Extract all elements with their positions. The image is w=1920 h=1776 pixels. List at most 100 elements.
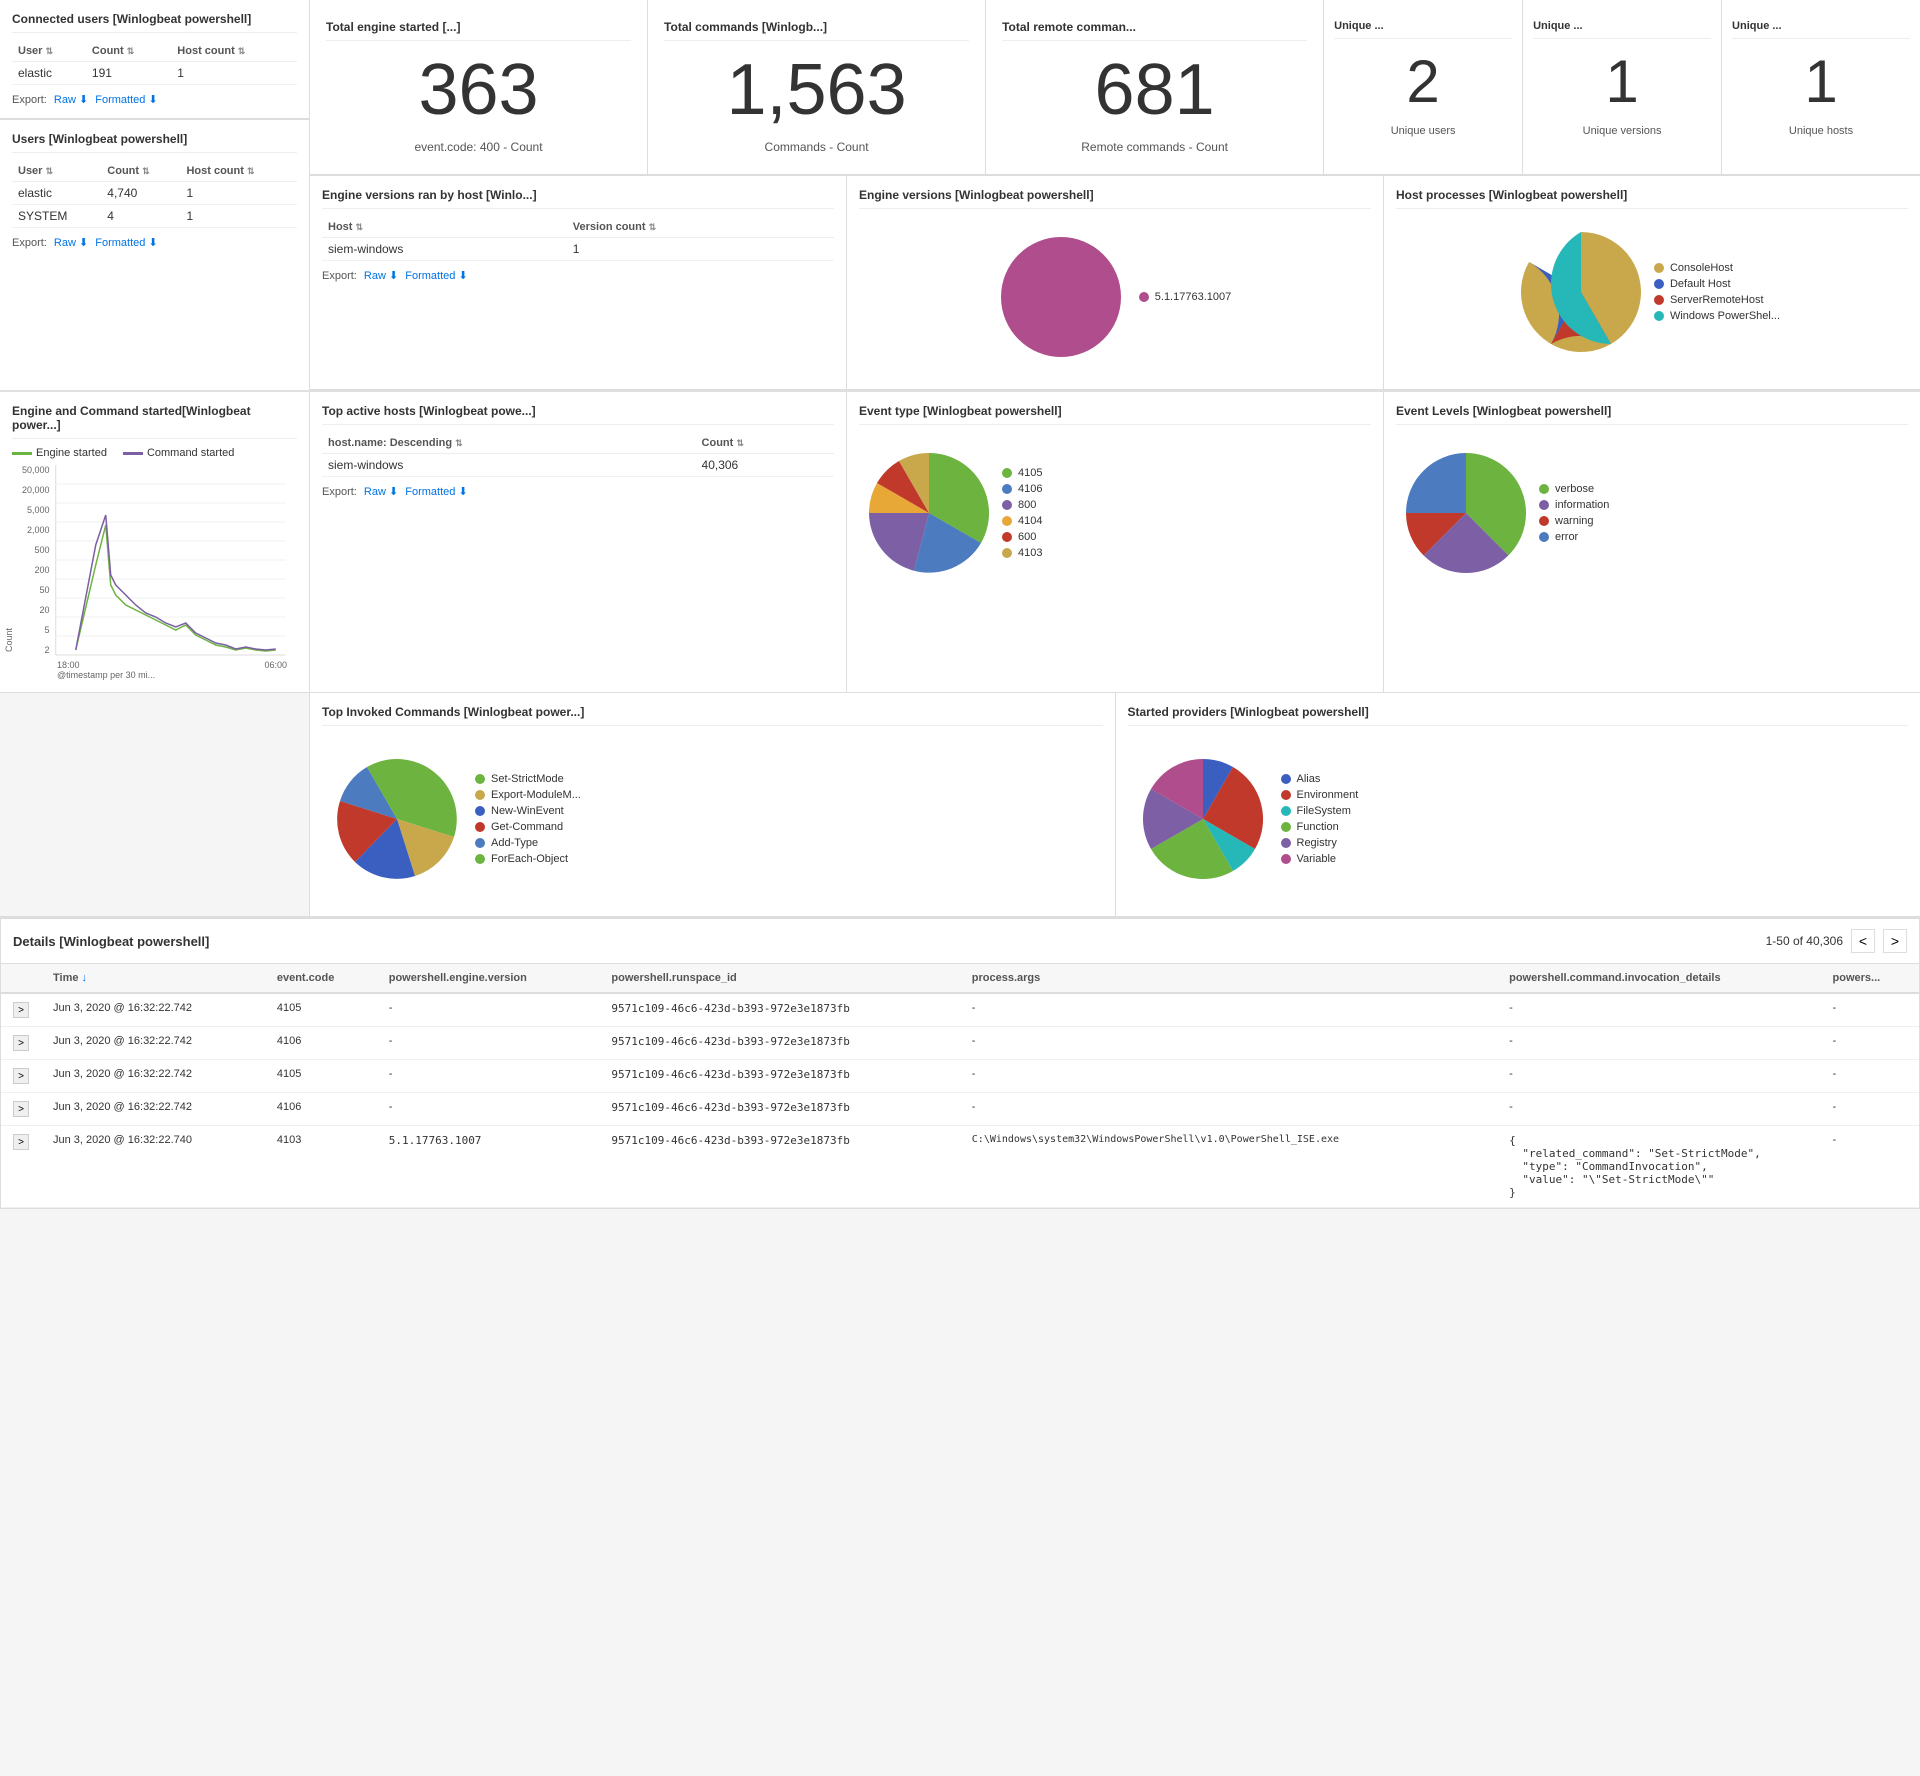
detail-engine-4: - xyxy=(377,1093,600,1126)
detail-time-2: Jun 3, 2020 @ 16:32:22.742 xyxy=(41,1027,265,1060)
col-time[interactable]: Time ↓ xyxy=(41,964,265,993)
col-process-args[interactable]: process.args xyxy=(960,964,1497,993)
host-processes-panel: Host processes [Winlogbeat powershell] xyxy=(1384,176,1920,389)
connected-users-col-host[interactable]: Host count ⇅ xyxy=(171,41,297,62)
event-type-panel: Event type [Winlogbeat powershell] xyxy=(847,392,1383,692)
users-title: Users [Winlogbeat powershell] xyxy=(12,132,297,153)
detail-row-1: > Jun 3, 2020 @ 16:32:22.742 4105 - 9571… xyxy=(1,993,1919,1027)
started-providers-legend: Alias Environment FileSystem Function Re… xyxy=(1273,765,1367,873)
top-invoked-commands-pie-chart xyxy=(327,739,467,899)
event-levels-pie-chart xyxy=(1401,438,1531,588)
engine-command-panel: Engine and Command started[Winlogbeat po… xyxy=(0,392,309,692)
tah-raw-link[interactable]: Raw ⬇ xyxy=(364,486,398,498)
event-levels-legend: verbose information warning error xyxy=(1531,475,1617,551)
detail-invocation-4: - xyxy=(1497,1093,1820,1126)
users-col-count[interactable]: Count ⇅ xyxy=(101,161,180,182)
unique-users-panel: Unique ... 2 Unique users xyxy=(1324,0,1523,175)
host-processes-legend: ConsoleHost Default Host ServerRemoteHos… xyxy=(1646,254,1788,330)
detail-engine-5: 5.1.17763.1007 xyxy=(377,1126,600,1208)
ev-formatted-link[interactable]: Formatted ⬇ xyxy=(405,270,467,282)
detail-runspace-5: 9571c109-46c6-423d-b393-972e3e1873fb xyxy=(599,1126,959,1208)
users-formatted-link[interactable]: Formatted ⬇ xyxy=(95,237,157,249)
detail-row-4: > Jun 3, 2020 @ 16:32:22.742 4106 - 9571… xyxy=(1,1093,1919,1126)
formatted-export-link[interactable]: Formatted ⬇ xyxy=(95,94,157,106)
ev-raw-link[interactable]: Raw ⬇ xyxy=(364,270,398,282)
expand-btn-2[interactable]: > xyxy=(13,1035,29,1051)
ev-col-host[interactable]: Host ⇅ xyxy=(322,217,567,238)
connected-users-col-count[interactable]: Count ⇅ xyxy=(86,41,171,62)
details-header-row: Time ↓ event.code powershell.engine.vers… xyxy=(1,964,1919,993)
host-processes-pie-chart xyxy=(1516,227,1646,357)
event-levels-panel: Event Levels [Winlogbeat powershell] xyxy=(1384,392,1920,692)
details-title: Details [Winlogbeat powershell] xyxy=(13,934,209,949)
top-invoked-commands-panel: Top Invoked Commands [Winlogbeat power..… xyxy=(310,693,1115,916)
col-invocation-details[interactable]: powershell.command.invocation_details xyxy=(1497,964,1820,993)
table-row: elastic 191 1 xyxy=(12,62,297,85)
total-engine-panel: Total engine started [...] 363 event.cod… xyxy=(310,0,648,175)
details-header: Details [Winlogbeat powershell] 1-50 of … xyxy=(1,919,1919,964)
detail-args-1: - xyxy=(960,993,1497,1027)
detail-args-2: - xyxy=(960,1027,1497,1060)
total-remote-panel: Total remote comman... 681 Remote comman… xyxy=(986,0,1324,175)
detail-code-1: 4105 xyxy=(265,993,377,1027)
ev-col-version[interactable]: Version count ⇅ xyxy=(567,217,834,238)
total-remote-title: Total remote comman... xyxy=(1002,20,1307,41)
expand-btn-5[interactable]: > xyxy=(13,1134,29,1150)
connected-users-col-user[interactable]: User ⇅ xyxy=(12,41,86,62)
users-col-host[interactable]: Host count ⇅ xyxy=(180,161,297,182)
detail-powers-2: - xyxy=(1821,1027,1919,1060)
users-raw-link[interactable]: Raw ⬇ xyxy=(54,237,88,249)
pagination-prev[interactable]: < xyxy=(1851,929,1875,953)
detail-time-1: Jun 3, 2020 @ 16:32:22.742 xyxy=(41,993,265,1027)
unique-hosts-value: 1 xyxy=(1732,49,1910,115)
users-panel: Users [Winlogbeat powershell] User ⇅ Cou… xyxy=(0,119,309,390)
detail-args-5: C:\Windows\system32\WindowsPowerShell\v1… xyxy=(960,1126,1497,1208)
detail-row-2: > Jun 3, 2020 @ 16:32:22.742 4106 - 9571… xyxy=(1,1027,1919,1060)
col-engine-version[interactable]: powershell.engine.version xyxy=(377,964,600,993)
total-remote-label: Remote commands - Count xyxy=(1002,140,1307,154)
detail-runspace-4: 9571c109-46c6-423d-b393-972e3e1873fb xyxy=(599,1093,959,1126)
detail-invocation-1: - xyxy=(1497,993,1820,1027)
detail-args-4: - xyxy=(960,1093,1497,1126)
tah-col-host[interactable]: host.name: Descending ⇅ xyxy=(322,433,696,454)
pagination-next[interactable]: > xyxy=(1883,929,1907,953)
event-type-title: Event type [Winlogbeat powershell] xyxy=(859,404,1371,425)
engine-versions-legend: 5.1.17763.1007 xyxy=(1131,283,1239,311)
tah-formatted-link[interactable]: Formatted ⬇ xyxy=(405,486,467,498)
started-providers-title: Started providers [Winlogbeat powershell… xyxy=(1128,705,1909,726)
tah-col-count[interactable]: Count ⇅ xyxy=(696,433,834,454)
engine-versions-pie-title: Engine versions [Winlogbeat powershell] xyxy=(859,188,1371,209)
engine-versions-host-title: Engine versions ran by host [Winlo...] xyxy=(322,188,834,209)
unique-versions-title: Unique ... xyxy=(1533,20,1711,39)
top-invoked-commands-legend: Set-StrictMode Export-ModuleM... New-Win… xyxy=(467,765,589,873)
users-col-user[interactable]: User ⇅ xyxy=(12,161,101,182)
raw-export-link[interactable]: Raw ⬇ xyxy=(54,94,88,106)
unique-versions-panel: Unique ... 1 Unique versions xyxy=(1523,0,1722,175)
ev-export-row: Export: Raw ⬇ Formatted ⬇ xyxy=(322,269,834,282)
detail-code-5: 4103 xyxy=(265,1126,377,1208)
detail-args-3: - xyxy=(960,1060,1497,1093)
chart-legend: Engine started Command started xyxy=(12,447,297,459)
total-engine-title: Total engine started [...] xyxy=(326,20,631,41)
detail-time-5: Jun 3, 2020 @ 16:32:22.740 xyxy=(41,1126,265,1208)
unique-users-value: 2 xyxy=(1334,49,1512,115)
tah-export-row: Export: Raw ⬇ Formatted ⬇ xyxy=(322,485,834,498)
detail-runspace-1: 9571c109-46c6-423d-b393-972e3e1873fb xyxy=(599,993,959,1027)
detail-engine-2: - xyxy=(377,1027,600,1060)
detail-row-3: > Jun 3, 2020 @ 16:32:22.742 4105 - 9571… xyxy=(1,1060,1919,1093)
unique-versions-label: Unique versions xyxy=(1533,125,1711,137)
expand-btn-4[interactable]: > xyxy=(13,1101,29,1117)
unique-users-label: Unique users xyxy=(1334,125,1512,137)
detail-invocation-2: - xyxy=(1497,1027,1820,1060)
top-active-hosts-title: Top active hosts [Winlogbeat powe...] xyxy=(322,404,834,425)
detail-engine-1: - xyxy=(377,993,600,1027)
detail-row-5: > Jun 3, 2020 @ 16:32:22.740 4103 5.1.17… xyxy=(1,1126,1919,1208)
detail-time-3: Jun 3, 2020 @ 16:32:22.742 xyxy=(41,1060,265,1093)
col-event-code[interactable]: event.code xyxy=(265,964,377,993)
engine-versions-pie-chart xyxy=(991,227,1131,367)
col-runspace-id[interactable]: powershell.runspace_id xyxy=(599,964,959,993)
expand-btn-1[interactable]: > xyxy=(13,1002,29,1018)
detail-invocation-5: { "related_command": "Set-StrictMode", "… xyxy=(1497,1126,1820,1208)
expand-btn-3[interactable]: > xyxy=(13,1068,29,1084)
col-powers[interactable]: powers... xyxy=(1821,964,1919,993)
